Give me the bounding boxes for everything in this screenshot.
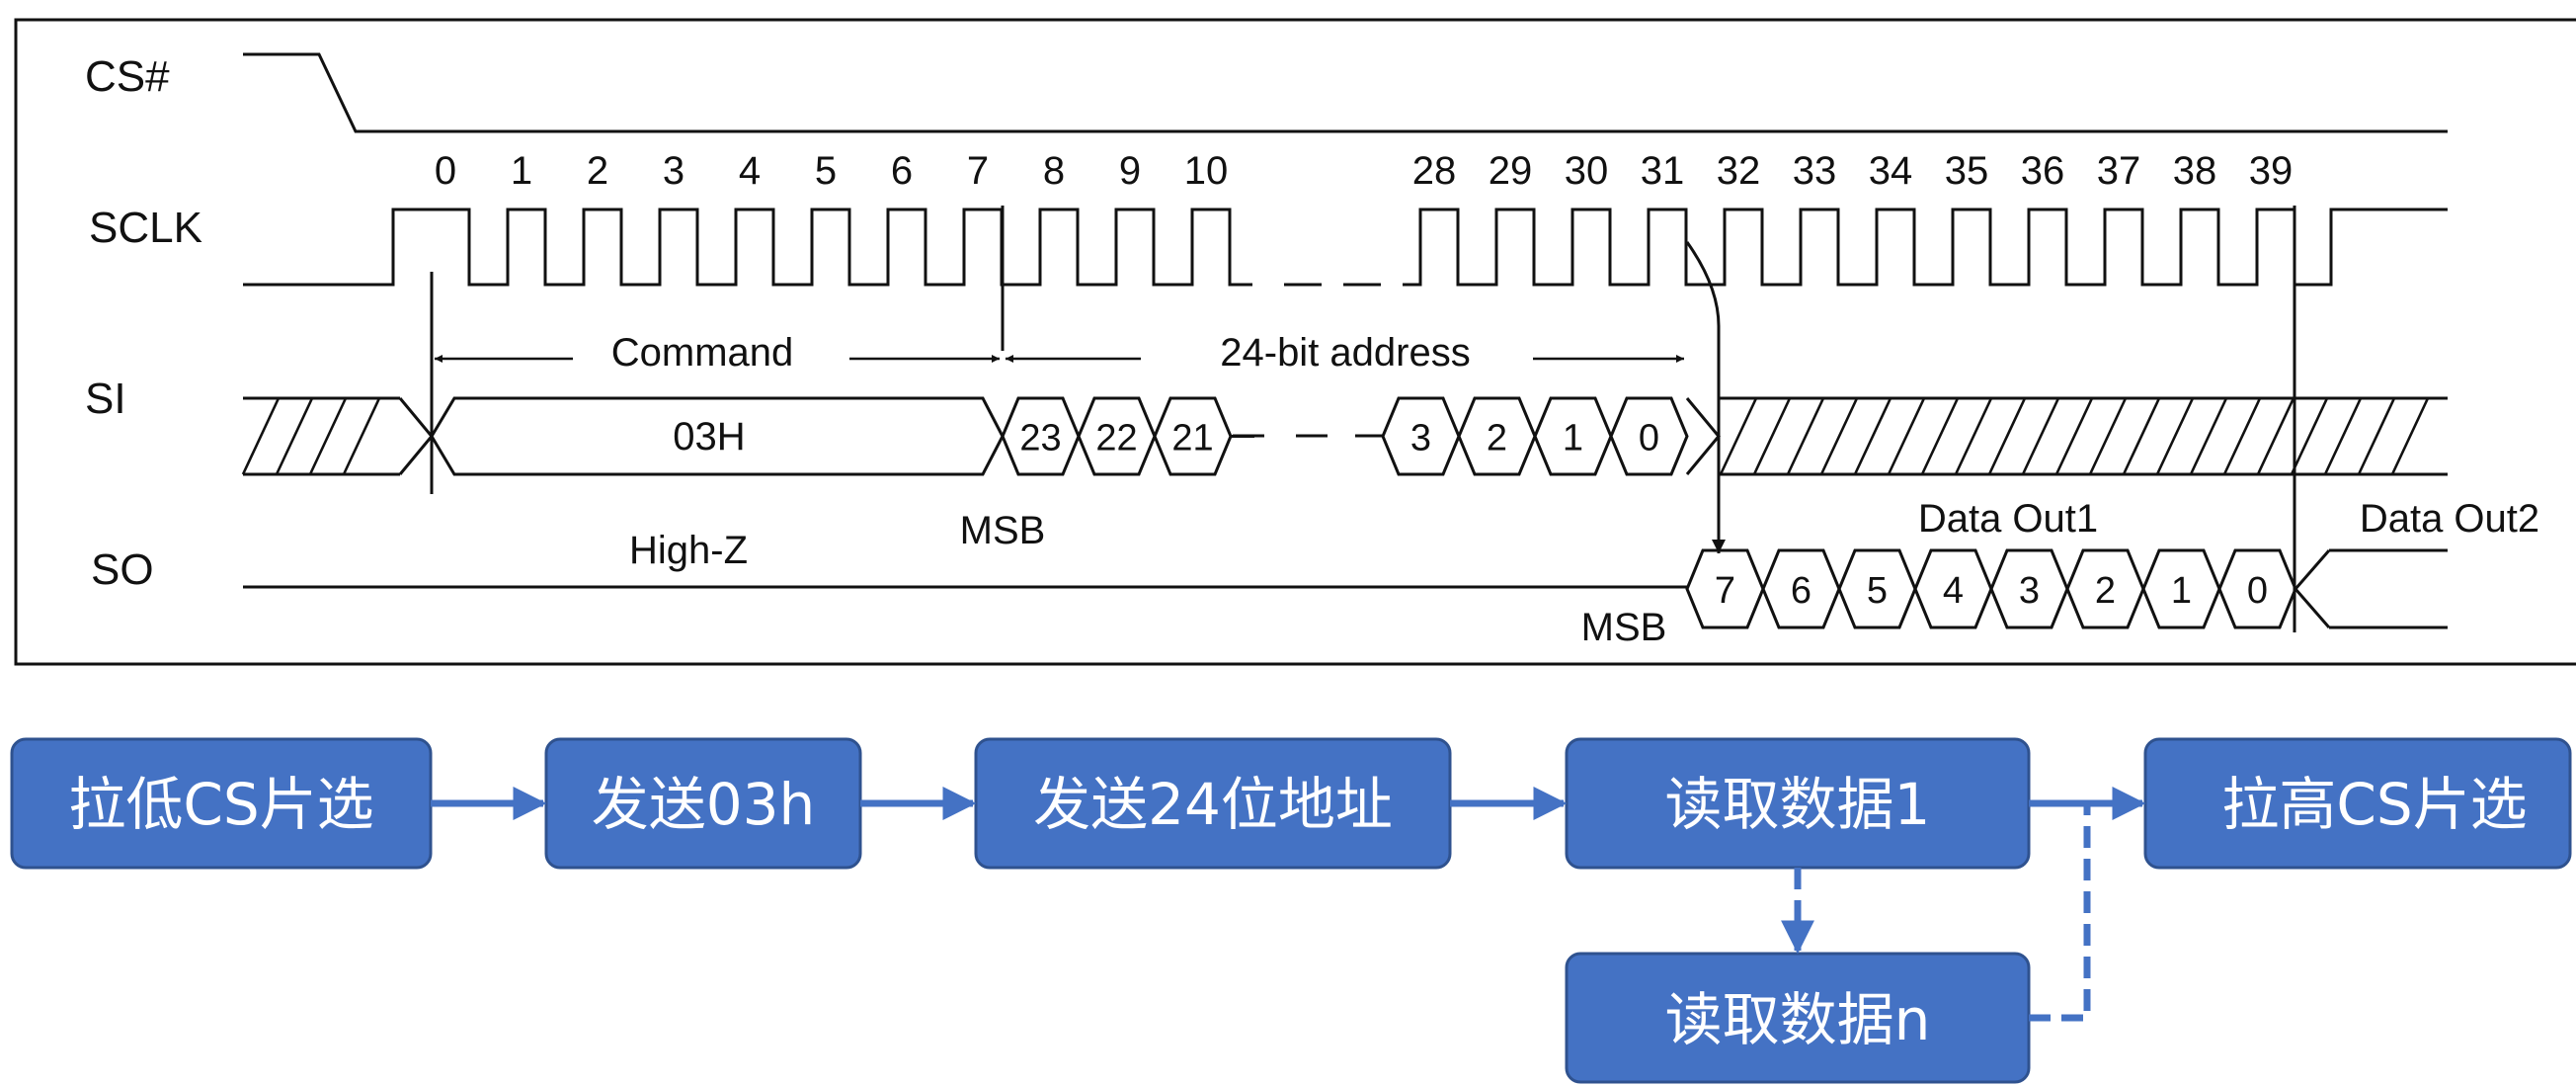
- clock-tick-label: 29: [1489, 149, 1533, 193]
- clock-tick-labels: 0 1 2 3 4 5 6 7 8 9 10 28 29 30 31 32 33 34 35 36 37 38 39: [435, 149, 2293, 193]
- hatch-line: [2122, 397, 2161, 475]
- hatch-line: [1987, 397, 2027, 475]
- hatch-line: [275, 397, 314, 475]
- flow-step-send-address-label: 发送24位地址: [1033, 771, 1393, 838]
- bit-label: 5: [1867, 570, 1888, 612]
- hatch-line: [2222, 397, 2262, 475]
- hatch-line: [2323, 397, 2363, 475]
- hatch-line: [2155, 397, 2195, 475]
- data-out2-label: Data Out2: [2360, 497, 2539, 541]
- si-hatch-right: [1719, 397, 2430, 475]
- clock-tick-label: 33: [1793, 149, 1837, 193]
- bit-label: 0: [2247, 570, 2268, 612]
- so-out2-edge: [2294, 549, 2331, 628]
- flow-step-send-cmd-label: 发送03h: [592, 771, 816, 838]
- so-data-bits: 7 6 5 4 3 2 1 0: [1685, 548, 2331, 629]
- bit-label: 21: [1171, 418, 1213, 459]
- clock-tick-label: 35: [1945, 149, 1989, 193]
- bit-label: 2: [2095, 570, 2116, 612]
- hatch-line: [308, 397, 348, 475]
- hatch-line: [1920, 397, 1960, 475]
- hatch-line: [241, 397, 281, 475]
- clock-tick-label: 34: [1869, 149, 1913, 193]
- clock-tick-label: 28: [1412, 149, 1457, 193]
- clock-tick-label: 10: [1184, 149, 1229, 193]
- si-release-edge: [1685, 397, 1721, 475]
- so-highz-label: High-Z: [629, 529, 748, 572]
- signal-label-so: SO: [91, 545, 154, 594]
- flow-step-cs-low-label: 拉低CS片选: [68, 771, 373, 838]
- bit-label: 22: [1095, 418, 1137, 459]
- signal-label-cs: CS#: [85, 52, 170, 101]
- clock-tick-label: 4: [739, 149, 761, 193]
- flow-step-read-data1-label: 读取数据1: [1665, 771, 1931, 838]
- si-waveform: 03H 23 22 21 3 2 1 0: [241, 396, 2448, 476]
- hatch-line: [1887, 397, 1926, 475]
- hatch-line: [1853, 397, 1892, 475]
- clock-tick-label: 5: [815, 149, 837, 193]
- clock-tick-label: 39: [2249, 149, 2294, 193]
- hatch-line: [1786, 397, 1825, 475]
- bit-label: 7: [1715, 570, 1735, 612]
- clock-tick-label: 8: [1043, 149, 1065, 193]
- hatch-line: [2290, 397, 2329, 475]
- hatch-line: [2390, 397, 2430, 475]
- data-out1-label: Data Out1: [1918, 497, 2098, 541]
- hatch-line: [1819, 397, 1859, 475]
- si-address-bits: 23 22 21 3 2 1 0: [1001, 396, 1689, 476]
- bit-label: 4: [1943, 570, 1964, 612]
- flow-step-cs-high-label: 拉高CS片选: [2221, 771, 2527, 838]
- command-label: Command: [611, 331, 794, 375]
- clock-tick-label: 32: [1717, 149, 1761, 193]
- bit-label: 2: [1487, 418, 1507, 459]
- bit-label: 6: [1791, 570, 1811, 612]
- clock-tick-label: 31: [1641, 149, 1685, 193]
- clock-tick-label: 7: [967, 149, 989, 193]
- hatch-line: [2189, 397, 2228, 475]
- hatch-line: [2054, 397, 2094, 475]
- cs-waveform: [243, 52, 2448, 133]
- so-msb-label: MSB: [1581, 606, 1667, 649]
- hatch-line: [1954, 397, 1993, 475]
- bit-label: 23: [1019, 418, 1061, 459]
- clock-tick-label: 2: [587, 149, 608, 193]
- bit-label: 3: [2019, 570, 2040, 612]
- clock-tick-label: 1: [511, 149, 532, 193]
- si-hatch-left: [241, 397, 381, 475]
- bit-label: 1: [1563, 418, 1583, 459]
- clock-tick-label: 0: [435, 149, 456, 193]
- clock-tick-label: 6: [891, 149, 913, 193]
- bit-label: 1: [2171, 570, 2192, 612]
- signal-label-sclk: SCLK: [89, 204, 202, 252]
- sclk-waveform: [243, 208, 2448, 287]
- hatch-line: [2357, 397, 2396, 475]
- clock-tick-label: 37: [2097, 149, 2141, 193]
- si-msb-label: MSB: [960, 509, 1046, 552]
- hatch-line: [342, 397, 381, 475]
- flow-step-read-datan-label: 读取数据n: [1665, 986, 1931, 1053]
- hatch-line: [2021, 397, 2060, 475]
- clock-tick-label: 30: [1565, 149, 1609, 193]
- flow-arrow-n-5: [2029, 803, 2091, 1022]
- signal-label-si: SI: [85, 375, 126, 423]
- hatch-line: [2088, 397, 2128, 475]
- clock-tick-label: 38: [2173, 149, 2217, 193]
- spi-read-diagram: CS# SCLK SI SO 0 1 2 3 4 5 6 7 8 9 10 28 29 30 31 32 33 3…: [10, 18, 2576, 1084]
- data-start-arrow: [1685, 241, 1726, 553]
- address-label: 24-bit address: [1220, 331, 1470, 375]
- hatch-line: [2256, 397, 2295, 475]
- hatch-line: [1719, 397, 1758, 475]
- bit-label: 3: [1410, 418, 1431, 459]
- clock-tick-label: 9: [1119, 149, 1141, 193]
- si-command-value: 03H: [673, 415, 745, 459]
- hatch-line: [1752, 397, 1792, 475]
- bit-label: 0: [1639, 418, 1659, 459]
- clock-tick-label: 3: [663, 149, 684, 193]
- clock-tick-label: 36: [2021, 149, 2065, 193]
